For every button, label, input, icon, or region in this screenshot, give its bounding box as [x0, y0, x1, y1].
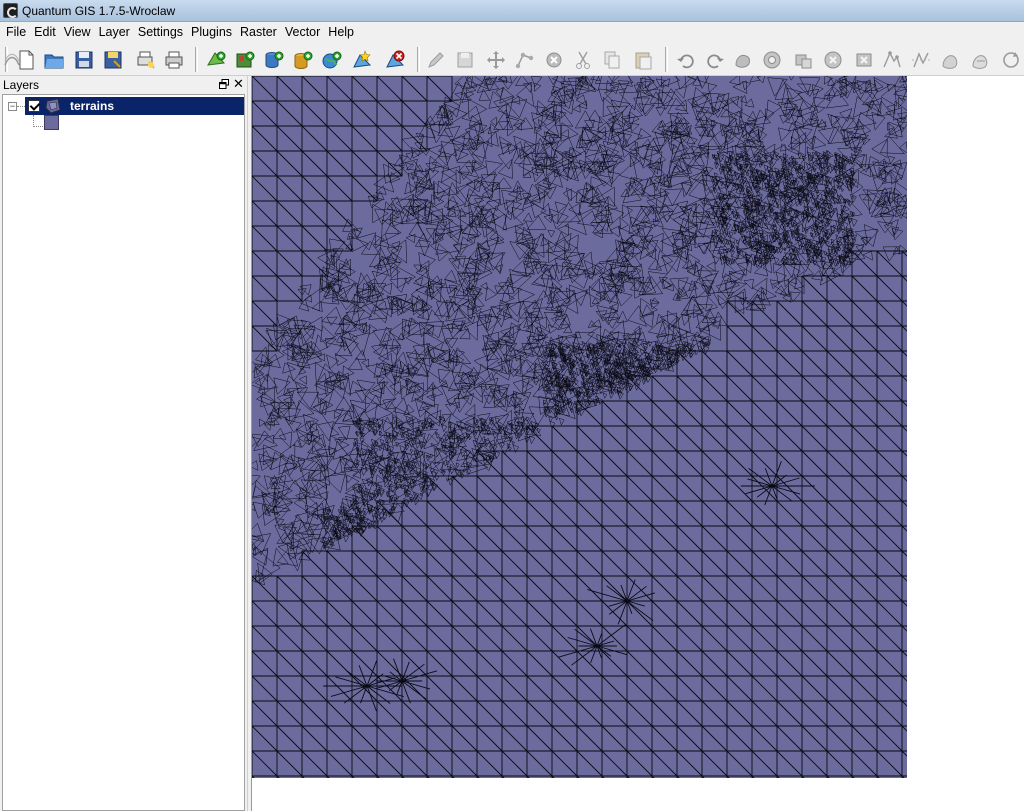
add-wms-layer-button[interactable] — [320, 48, 344, 72]
print-icon — [165, 51, 183, 69]
add-vector-layer-button[interactable] — [204, 48, 228, 72]
polygon-layer-icon — [45, 98, 61, 114]
add-raster-layer-button[interactable] — [233, 48, 257, 72]
add-wms-layer-icon — [322, 51, 342, 69]
toggle-editing-button — [424, 48, 448, 72]
layer-symbol-swatch — [44, 115, 59, 130]
delete-part-button — [852, 48, 876, 72]
add-ring-button — [760, 48, 784, 72]
layer-item-terrains[interactable]: terrains — [25, 97, 244, 115]
new-shapefile-layer-icon — [353, 50, 372, 68]
toolbar-grip[interactable] — [417, 47, 420, 72]
menu-raster[interactable]: Raster — [236, 22, 281, 43]
merge-features-button — [939, 48, 963, 72]
merge-attributes-icon — [972, 55, 988, 69]
save-as-button[interactable] — [101, 48, 125, 72]
layers-tree: − terrains — [2, 94, 245, 811]
merge-features-icon — [942, 55, 958, 69]
main-toolbar — [0, 43, 1024, 76]
split-features-button — [909, 48, 933, 72]
redo-icon — [707, 54, 724, 69]
save-edits-button — [453, 48, 477, 72]
layers-panel-header: Layers ✕ — [0, 76, 247, 94]
menu-file[interactable]: File — [2, 22, 30, 43]
toggle-editing-icon — [428, 52, 444, 68]
redo-button — [703, 48, 727, 72]
add-part-icon — [795, 54, 812, 69]
toolbar-grip[interactable] — [195, 47, 198, 72]
cut-features-icon — [576, 51, 590, 69]
add-postgis-layer-button[interactable] — [262, 48, 286, 72]
copy-features-button — [600, 48, 624, 72]
add-spatialite-layer-icon — [294, 51, 313, 70]
layers-panel-title: Layers — [3, 78, 40, 92]
menu-help[interactable]: Help — [324, 22, 358, 43]
cut-features-button — [571, 48, 595, 72]
layer-name: terrains — [70, 99, 115, 113]
delete-part-icon — [856, 53, 872, 67]
remove-layer-button[interactable] — [383, 48, 407, 72]
open-project-icon — [44, 54, 64, 69]
new-print-composer-button[interactable] — [133, 48, 157, 72]
map-canvas[interactable] — [252, 76, 1024, 811]
copy-features-icon — [604, 51, 620, 69]
delete-ring-button — [821, 48, 845, 72]
add-vector-layer-icon — [207, 51, 226, 66]
reshape-features-button — [880, 48, 904, 72]
rotate-point-symbols-button — [999, 48, 1023, 72]
menu-plugins[interactable]: Plugins — [187, 22, 236, 43]
merge-attributes-button — [969, 48, 993, 72]
title-bar[interactable]: Quantum GIS 1.7.5-Wroclaw — [0, 0, 1024, 22]
menu-vector[interactable]: Vector — [281, 22, 324, 43]
paste-features-button — [631, 48, 655, 72]
reshape-features-icon — [883, 51, 901, 68]
layer-visibility-checkbox[interactable] — [28, 100, 40, 112]
move-feature-icon — [487, 51, 505, 69]
save-as-icon — [104, 51, 122, 69]
add-part-button — [791, 48, 815, 72]
save-project-button[interactable] — [72, 48, 96, 72]
delete-selected-icon — [546, 52, 562, 68]
menu-edit[interactable]: Edit — [30, 22, 60, 43]
undo-icon — [677, 54, 694, 69]
menu-view[interactable]: View — [60, 22, 95, 43]
add-ring-icon — [763, 51, 781, 69]
add-raster-layer-icon — [236, 51, 255, 68]
paste-features-icon — [635, 52, 652, 70]
add-spatialite-layer-button[interactable] — [291, 48, 315, 72]
offset-curve-icon — [4, 53, 20, 66]
rotate-point-symbols-icon — [1003, 52, 1019, 68]
window-title: Quantum GIS 1.7.5-Wroclaw — [22, 4, 176, 18]
add-postgis-layer-icon — [265, 51, 284, 69]
delete-ring-icon — [824, 51, 842, 69]
layers-panel: Layers ✕ − terrains — [0, 76, 247, 811]
node-tool-button — [513, 48, 537, 72]
toolbar-grip[interactable] — [665, 47, 668, 72]
menu-bar: File Edit View Layer Settings Plugins Ra… — [0, 22, 1024, 43]
save-edits-icon — [457, 52, 473, 68]
new-print-composer-icon — [137, 51, 155, 69]
undo-button — [674, 48, 698, 72]
move-feature-button — [484, 48, 508, 72]
tree-connector — [33, 126, 43, 127]
offset-curve-button — [0, 48, 24, 72]
menu-settings[interactable]: Settings — [134, 22, 187, 43]
save-project-icon — [75, 51, 93, 69]
qgis-app-icon — [3, 3, 18, 18]
collapse-toggle-icon[interactable]: − — [8, 102, 17, 111]
mesh-map[interactable] — [252, 76, 907, 778]
delete-selected-button — [542, 48, 566, 72]
float-panel-icon[interactable] — [219, 79, 229, 89]
split-features-icon — [912, 52, 930, 68]
simplify-feature-button — [731, 48, 755, 72]
simplify-feature-icon — [735, 54, 750, 68]
print-button[interactable] — [162, 48, 186, 72]
open-project-button[interactable] — [42, 48, 66, 72]
node-tool-icon — [515, 52, 534, 69]
new-shapefile-layer-button[interactable] — [350, 48, 374, 72]
menu-layer[interactable]: Layer — [95, 22, 134, 43]
close-panel-icon[interactable]: ✕ — [233, 77, 244, 91]
remove-layer-icon — [386, 50, 405, 68]
tree-connector — [17, 106, 25, 107]
